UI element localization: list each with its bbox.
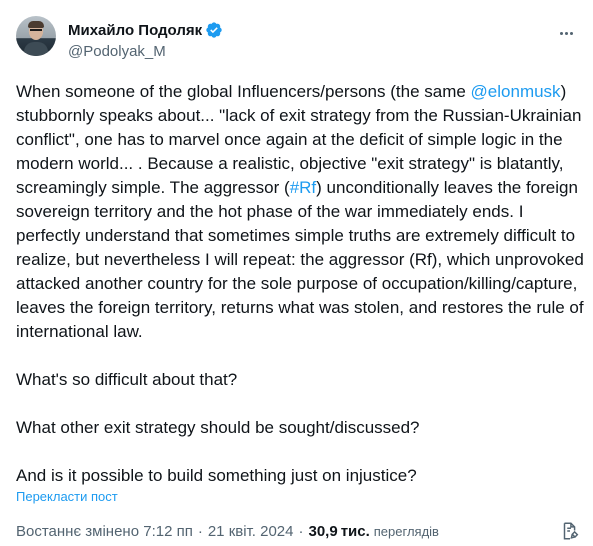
post-date[interactable]: 21 квіт. 2024 bbox=[208, 523, 294, 540]
tweet-text-segment: What other exit strategy should be sough… bbox=[16, 418, 420, 437]
mention-link[interactable]: @elonmusk bbox=[471, 82, 561, 101]
tweet-header: Михайло Подоляк @Podolyak_M bbox=[16, 16, 577, 64]
author-info: Михайло Подоляк @Podolyak_M bbox=[68, 20, 223, 62]
more-options-icon[interactable] bbox=[555, 22, 577, 44]
tweet-text-segment: ) unconditionally leaves the foreign sov… bbox=[16, 178, 589, 341]
tweet-text-segment: What's so difficult about that? bbox=[16, 370, 238, 389]
meta-separator: · bbox=[197, 522, 203, 540]
tweet-text-segment: When someone of the global Influencers/p… bbox=[16, 82, 471, 101]
views-count: 30,9 bbox=[308, 522, 338, 540]
tweet-body: When someone of the global Influencers/p… bbox=[16, 80, 584, 488]
verified-badge-icon[interactable] bbox=[205, 21, 223, 39]
author-handle[interactable]: @Podolyak_M bbox=[68, 42, 223, 62]
views-unit: тис. bbox=[340, 522, 370, 540]
edit-history-icon[interactable] bbox=[559, 520, 581, 542]
tweet-meta: Востаннє змінено 7:12 пп · 21 квіт. 2024… bbox=[16, 520, 439, 542]
edited-timestamp-link[interactable]: Востаннє змінено 7:12 пп bbox=[16, 523, 193, 540]
translate-post-link[interactable]: Перекласти пост bbox=[16, 489, 118, 504]
author-display-name[interactable]: Михайло Подоляк bbox=[68, 22, 202, 39]
views-label: переглядів bbox=[373, 523, 439, 539]
meta-separator: · bbox=[298, 522, 304, 540]
hashtag-link[interactable]: #Rf bbox=[290, 178, 316, 197]
tweet-text-segment: And is it possible to build something ju… bbox=[16, 466, 417, 485]
author-avatar[interactable] bbox=[16, 16, 56, 56]
